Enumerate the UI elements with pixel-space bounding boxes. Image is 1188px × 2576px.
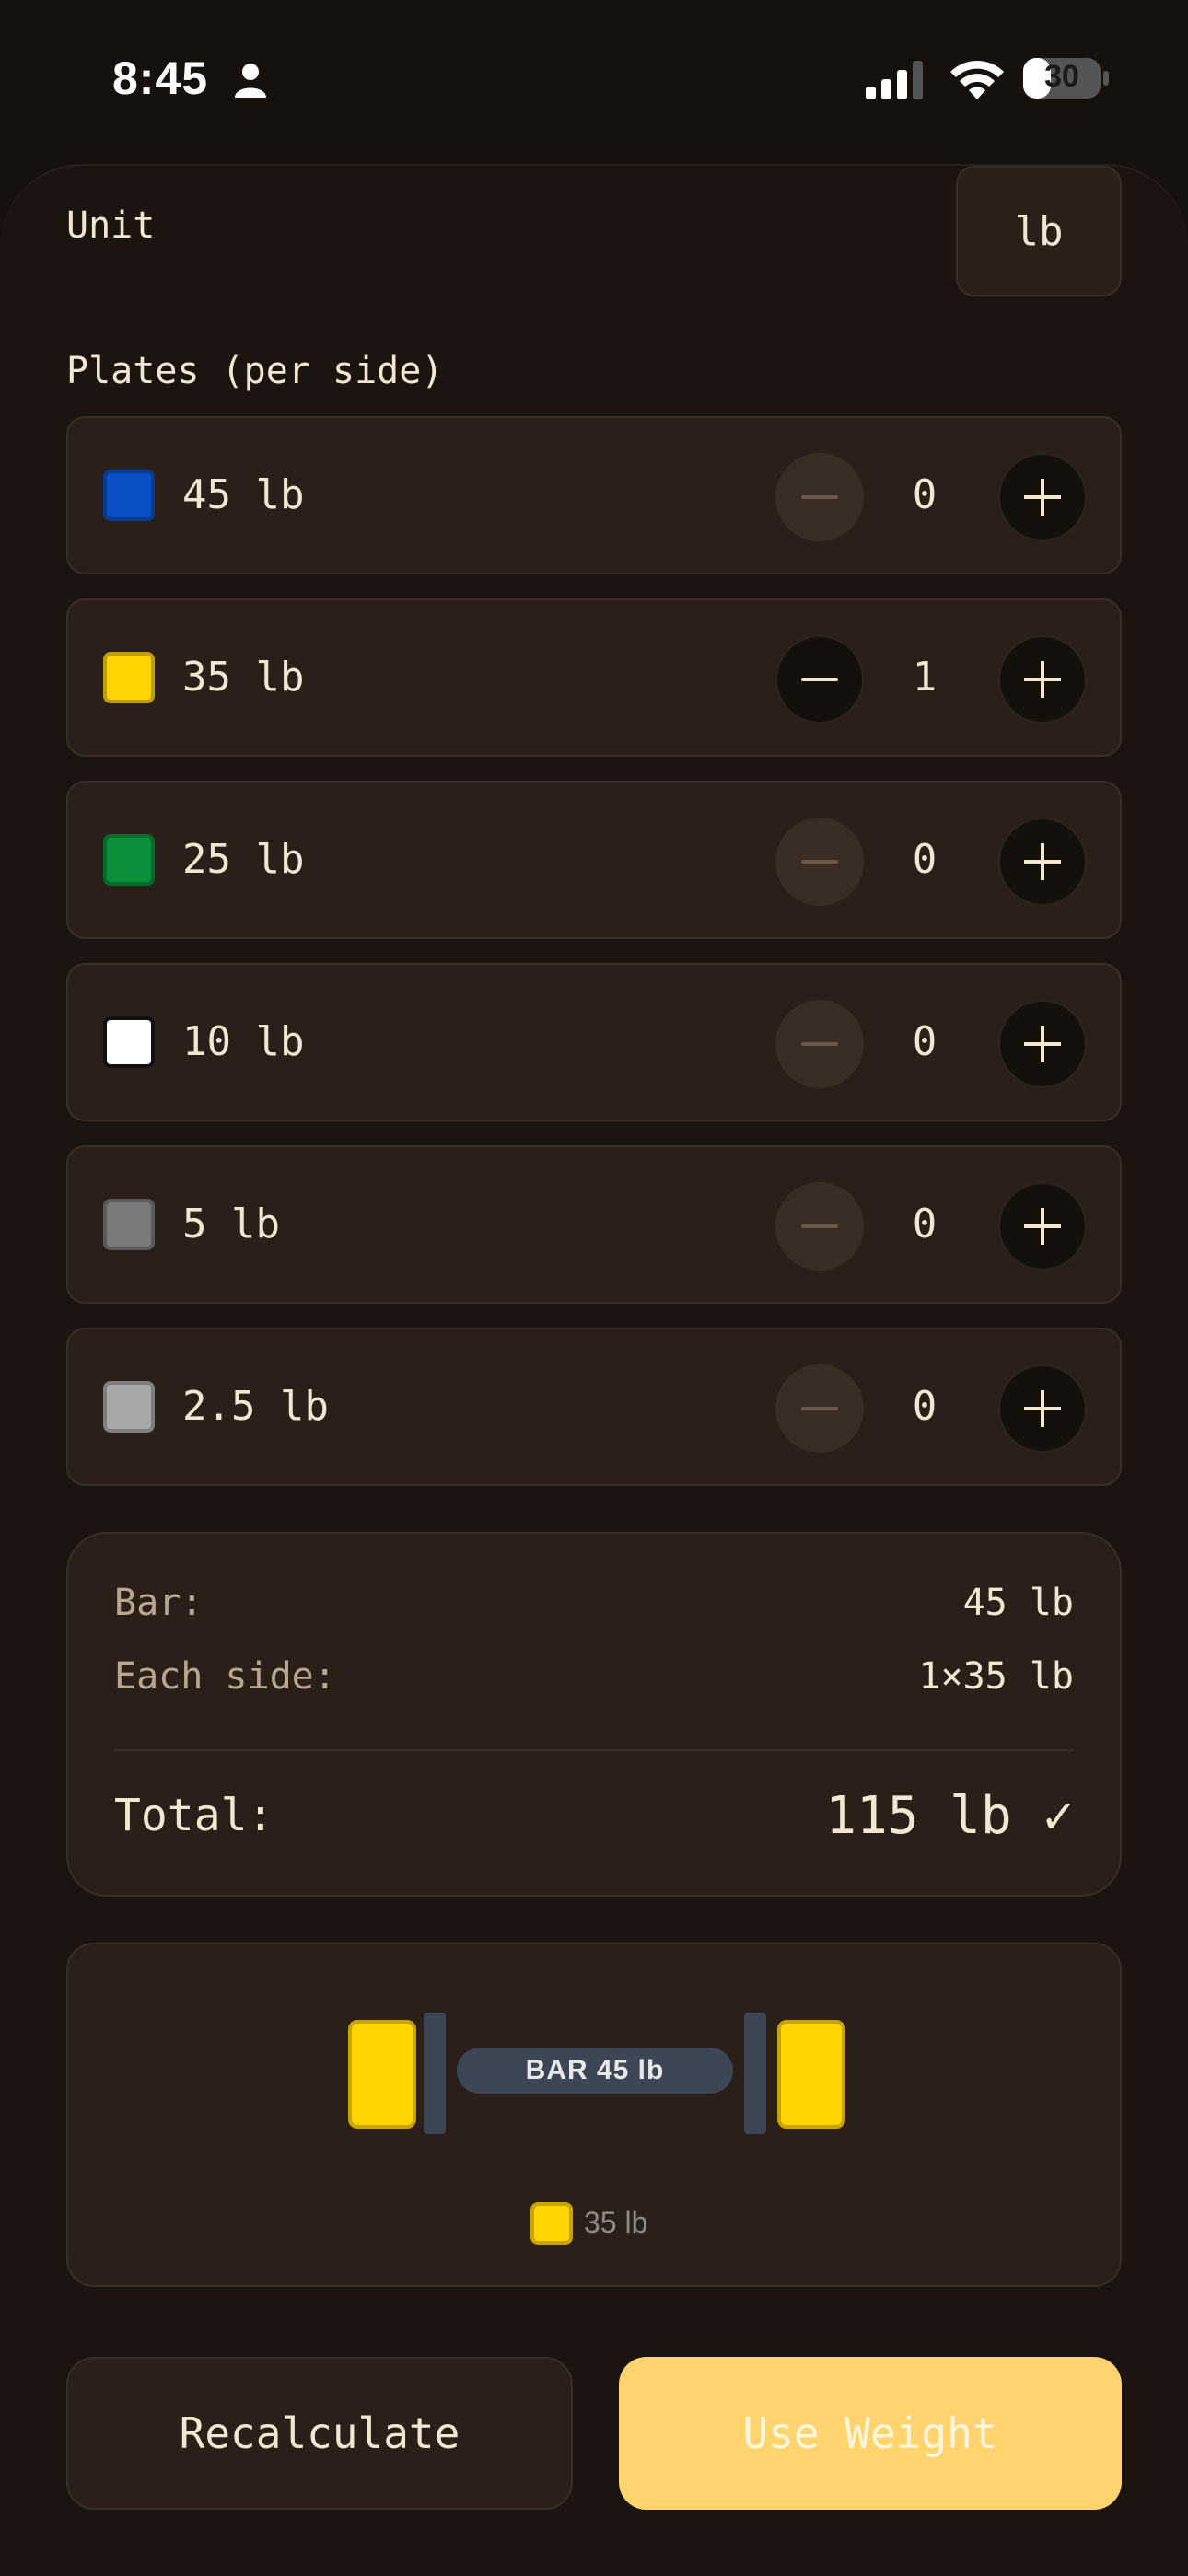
minus-icon	[801, 678, 838, 681]
plate-weight-label: 25 lb	[182, 836, 305, 883]
decrement-button[interactable]	[775, 453, 864, 541]
plate-color-swatch	[103, 470, 155, 521]
increment-button[interactable]	[998, 1182, 1087, 1271]
plate-count: 0	[912, 471, 938, 518]
plate-weight-label: 10 lb	[182, 1018, 305, 1065]
minus-icon	[801, 1042, 838, 1046]
plate-weight-label: 35 lb	[182, 654, 305, 701]
plate-color-swatch	[103, 652, 155, 703]
right-plate-35	[777, 2020, 845, 2129]
plate-row-25: 25 lb 0	[66, 781, 1122, 939]
summary-divider	[114, 1749, 1074, 1751]
plate-color-swatch	[103, 1199, 155, 1250]
bar-label: Bar:	[114, 1582, 204, 1624]
increment-button[interactable]	[998, 635, 1087, 724]
plate-row-5: 5 lb 0	[66, 1145, 1122, 1304]
unit-toggle-button[interactable]: lb	[956, 166, 1122, 296]
legend-label: 35 lb	[584, 2206, 648, 2239]
plate-count: 1	[912, 654, 938, 701]
increment-button[interactable]	[998, 1000, 1087, 1088]
increment-button[interactable]	[998, 818, 1087, 906]
plate-weight-label: 45 lb	[182, 471, 305, 518]
plate-weight-label: 5 lb	[182, 1201, 280, 1247]
person-icon	[235, 64, 266, 98]
minus-icon	[801, 860, 838, 864]
decrement-button[interactable]	[775, 1364, 864, 1453]
battery-level: 30	[1044, 59, 1079, 94]
minus-icon	[801, 1224, 838, 1228]
each-side-label: Each side:	[114, 1655, 336, 1698]
plate-color-swatch	[103, 834, 155, 886]
bar-value: 45 lb	[962, 1582, 1074, 1624]
bar-label-pill: BAR 45 lb	[457, 2048, 733, 2094]
unit-label: Unit	[66, 204, 156, 247]
use-weight-button[interactable]: Use Weight	[619, 2357, 1122, 2510]
plate-count: 0	[912, 1383, 938, 1430]
plate-color-swatch	[103, 1381, 155, 1433]
left-plate-35	[348, 2020, 416, 2129]
decrement-button[interactable]	[775, 635, 864, 724]
plate-count: 0	[912, 1018, 938, 1065]
each-side-value: 1×35 lb	[918, 1655, 1074, 1698]
plate-count: 0	[912, 1201, 938, 1247]
recalculate-button[interactable]: Recalculate	[66, 2357, 573, 2510]
right-collar	[744, 2013, 766, 2134]
status-time: 8:45	[112, 52, 209, 104]
legend-swatch	[530, 2202, 573, 2245]
increment-button[interactable]	[998, 453, 1087, 541]
status-bar: 8:45 30	[0, 0, 1188, 157]
minus-icon	[801, 495, 838, 499]
wifi-icon	[950, 60, 1004, 99]
minus-icon	[801, 1407, 838, 1410]
decrement-button[interactable]	[775, 818, 864, 906]
plate-weight-label: 2.5 lb	[182, 1383, 329, 1430]
plates-section-label: Plates (per side)	[66, 350, 444, 392]
plate-row-10: 10 lb 0	[66, 963, 1122, 1121]
total-label: Total:	[114, 1790, 274, 1841]
decrement-button[interactable]	[775, 1182, 864, 1271]
barbell-visualization: BAR 45 lb 35 lb	[66, 1943, 1122, 2287]
plate-row-45: 45 lb 0	[66, 416, 1122, 574]
weight-summary-card: Bar: 45 lb Each side: 1×35 lb Total: 115…	[66, 1532, 1122, 1897]
left-collar	[424, 2013, 446, 2134]
plate-row-2-5: 2.5 lb 0	[66, 1328, 1122, 1486]
signal-icon	[866, 61, 923, 99]
increment-button[interactable]	[998, 1364, 1087, 1453]
plate-color-swatch	[103, 1016, 155, 1068]
total-value: 115 lb ✓	[825, 1786, 1074, 1846]
decrement-button[interactable]	[775, 1000, 864, 1088]
plate-count: 0	[912, 836, 938, 883]
battery-icon: 30	[1022, 57, 1109, 99]
plate-row-35: 35 lb 1	[66, 598, 1122, 757]
